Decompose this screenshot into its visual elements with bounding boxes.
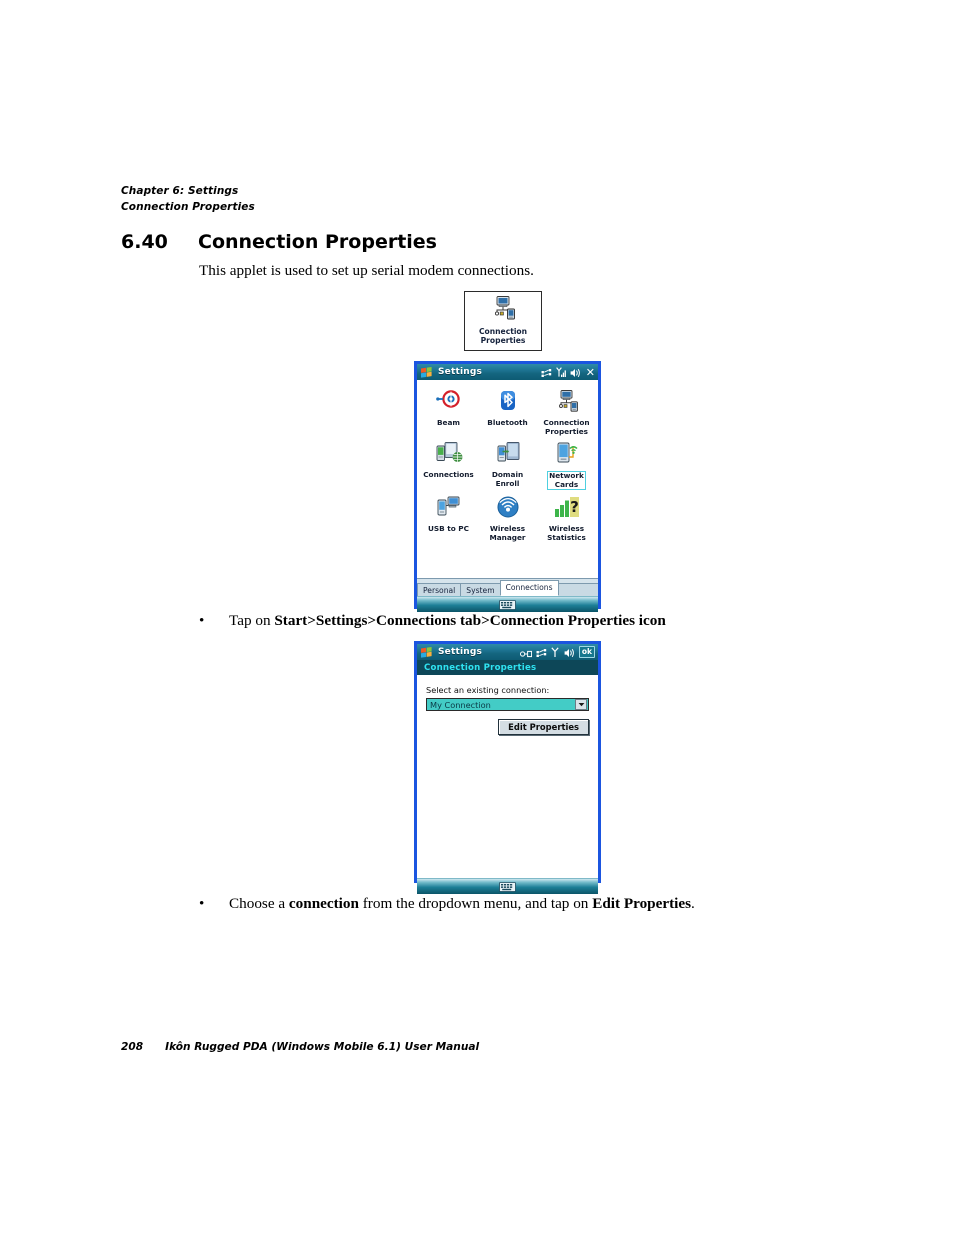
settings-icon-grid: Beam Bluetooth Connection Properties Con…	[417, 380, 598, 543]
signal-icon[interactable]	[551, 643, 560, 662]
windows-start-icon[interactable]	[420, 643, 433, 662]
domain-enroll-icon	[494, 442, 522, 468]
volume-icon[interactable]	[570, 363, 581, 382]
settings-title-label: Settings	[438, 367, 483, 377]
settings-item-wireless-statistics[interactable]: ? Wireless Statistics	[537, 492, 596, 542]
connprops-titlebar: Settings ok	[417, 644, 598, 660]
usb-to-pc-icon	[435, 496, 463, 522]
settings-item-label: Wireless Statistics	[547, 524, 586, 542]
ok-button[interactable]: ok	[578, 646, 595, 658]
bullet-text: Choose a connection from the dropdown me…	[229, 895, 695, 912]
tab-personal[interactable]: Personal	[417, 583, 462, 596]
settings-item-label: Connection Properties	[543, 418, 590, 436]
svg-text:?: ?	[570, 498, 579, 516]
edit-properties-button[interactable]: Edit Properties	[498, 719, 589, 735]
settings-status-icons: ✕	[541, 364, 595, 380]
tab-connections[interactable]: Connections	[499, 580, 559, 596]
header-section: Connection Properties	[121, 200, 255, 213]
connprops-subheader: Connection Properties	[417, 660, 598, 675]
settings-item-label: Wireless Manager	[489, 524, 526, 542]
connection-form: Select an existing connection: My Connec…	[417, 675, 598, 735]
header-chapter: Chapter 6: Settings	[121, 185, 239, 197]
settings-item-usb-to-pc[interactable]: USB to PC	[419, 492, 478, 542]
chevron-down-icon[interactable]	[575, 699, 587, 710]
connprops-subheader-label: Connection Properties	[424, 662, 537, 673]
settings-titlebar: Settings ✕	[417, 364, 598, 380]
footer-title: Ikôn Rugged PDA (Windows Mobile 6.1) Use…	[165, 1041, 480, 1053]
settings-item-label: Connections	[423, 470, 474, 480]
close-icon[interactable]: ✕	[586, 367, 595, 378]
connection-dropdown[interactable]: My Connection	[426, 698, 589, 711]
settings-body: Beam Bluetooth Connection Properties Con…	[417, 380, 598, 596]
bullet-item-1: • Tap on Start>Settings>Connections tab>…	[199, 611, 666, 631]
windows-start-icon[interactable]	[420, 363, 433, 382]
connection-properties-device: Settings ok Connection Properties Select…	[414, 641, 601, 894]
wireless-statistics-icon: ?	[553, 496, 581, 522]
modem-icon[interactable]	[519, 643, 532, 662]
settings-item-label: Beam	[436, 418, 461, 427]
settings-item-beam[interactable]: Beam	[419, 386, 478, 436]
settings-item-label: Bluetooth	[487, 418, 528, 427]
connection-field-label: Select an existing connection:	[426, 685, 550, 695]
volume-icon[interactable]	[564, 643, 575, 662]
connectivity-icon[interactable]	[541, 363, 552, 382]
settings-item-domain-enroll[interactable]: Domain Enroll	[478, 438, 537, 490]
settings-item-connection-properties[interactable]: Connection Properties	[537, 386, 596, 436]
bullet-text: Tap on Start>Settings>Connections tab>Co…	[229, 612, 666, 629]
applet-icon-box: Connection Properties	[464, 291, 542, 351]
settings-tab-strip: Personal System Connections	[417, 578, 598, 596]
settings-item-bluetooth[interactable]: Bluetooth	[478, 386, 537, 436]
connection-properties-icon	[553, 390, 581, 416]
section-number: 6.40	[121, 231, 168, 253]
connprops-body: Select an existing connection: My Connec…	[417, 675, 598, 878]
settings-taskbar	[417, 596, 598, 612]
beam-icon	[435, 390, 462, 416]
settings-item-wireless-manager[interactable]: Wireless Manager	[478, 492, 537, 542]
connection-properties-icon	[488, 296, 518, 325]
settings-item-connections[interactable]: Connections	[419, 438, 478, 490]
settings-screen-device: Settings ✕ Beam Bluetooth Connection Pro…	[414, 361, 601, 612]
network-cards-icon	[553, 442, 581, 468]
bluetooth-icon	[495, 390, 521, 416]
connprops-status-icons: ok	[519, 643, 595, 662]
bullet-item-2: • Choose a connection from the dropdown …	[199, 894, 695, 914]
settings-item-label: Network Cards	[547, 471, 586, 491]
settings-item-label: Domain Enroll	[491, 470, 524, 488]
wireless-manager-icon	[495, 496, 521, 522]
page-title: 6.40 Connection Properties	[121, 231, 437, 253]
connprops-title-label: Settings	[438, 647, 483, 657]
page-footer: 208 Ikôn Rugged PDA (Windows Mobile 6.1) …	[121, 1041, 479, 1053]
bullet-marker: •	[199, 895, 205, 912]
running-header: Chapter 6: Settings Connection Propertie…	[121, 184, 255, 215]
page-number: 208	[121, 1041, 144, 1053]
connectivity-icon[interactable]	[536, 643, 547, 662]
settings-item-label: USB to PC	[427, 524, 470, 534]
bullet-marker: •	[199, 612, 205, 629]
section-title: Connection Properties	[198, 231, 437, 253]
connections-icon	[434, 442, 464, 468]
connprops-taskbar	[417, 878, 598, 894]
connection-dropdown-value: My Connection	[430, 699, 491, 710]
settings-item-network-cards[interactable]: Network Cards	[537, 438, 596, 491]
connection-button-row: Edit Properties	[426, 719, 589, 735]
tab-system[interactable]: System	[460, 583, 501, 596]
tab-strip-filler	[557, 583, 598, 596]
signal-icon[interactable]	[555, 363, 566, 382]
intro-paragraph: This applet is used to set up serial mod…	[199, 262, 534, 279]
applet-icon-label: Connection Properties	[478, 327, 528, 345]
